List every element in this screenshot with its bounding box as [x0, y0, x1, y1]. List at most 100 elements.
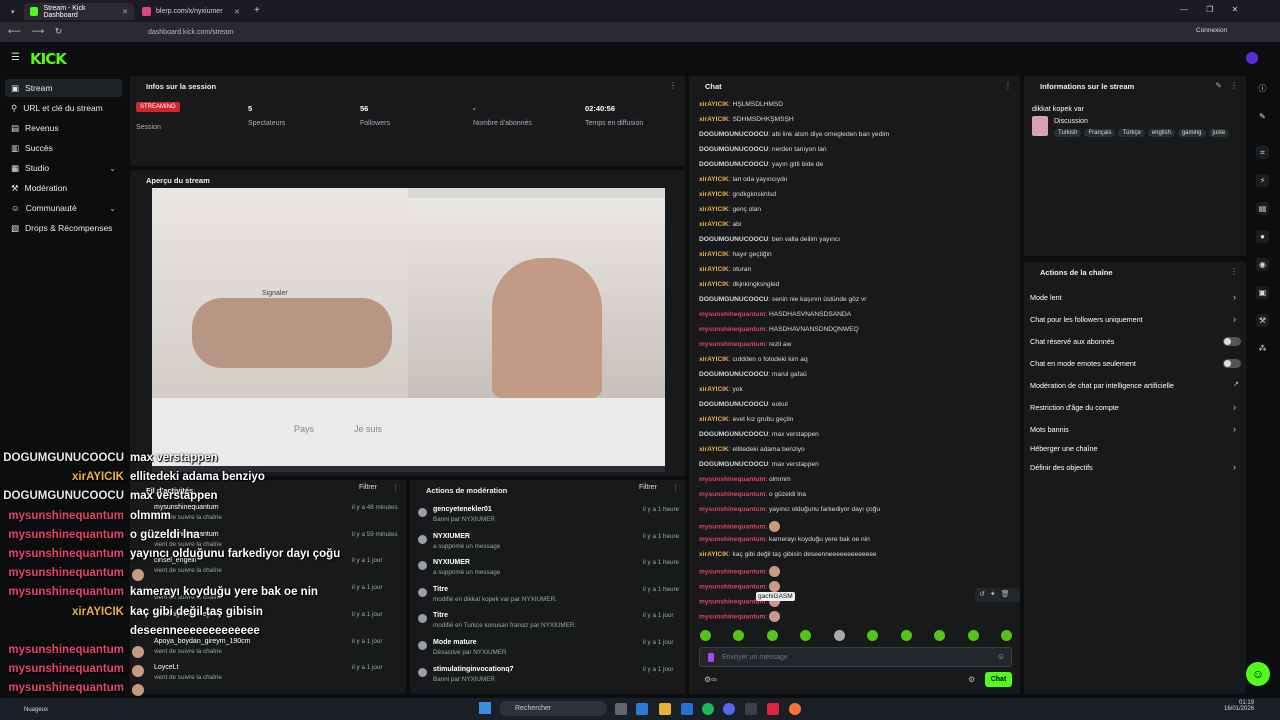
- tag-chip[interactable]: english: [1147, 129, 1175, 137]
- emote-icon[interactable]: [900, 630, 912, 641]
- stream-preview-video[interactable]: Signaler Pays Je suis: [152, 188, 665, 472]
- toggle-switch[interactable]: [1223, 359, 1241, 368]
- wrench-icon[interactable]: ⚒: [1256, 314, 1269, 327]
- firefox-icon[interactable]: [789, 703, 801, 715]
- sidebar-item-revenus[interactable]: ▤ Revenus: [5, 119, 122, 137]
- support-chat-icon[interactable]: ☺: [1246, 662, 1270, 686]
- emote-icon[interactable]: [800, 630, 812, 641]
- chat-username[interactable]: DOGUMGUNUCOOCU: [699, 146, 768, 153]
- filter-button[interactable]: Filtrer: [639, 484, 657, 491]
- chat-username[interactable]: mysunshinequantum: [699, 476, 765, 483]
- tab-blerp[interactable]: blerp.com/x/nyxiumer ✕: [136, 3, 246, 20]
- channel-action-item[interactable]: Restriction d'âge du compte: [1030, 403, 1119, 412]
- emote-icon[interactable]: [833, 630, 845, 641]
- channel-action-item[interactable]: Chat réservé aux abonnés: [1030, 337, 1114, 346]
- taskbar-search[interactable]: Rechercher: [499, 701, 607, 716]
- filter-button[interactable]: Filtrer: [359, 484, 377, 491]
- channel-action-item[interactable]: Chat en mode emotes seulement: [1030, 359, 1136, 368]
- chat-username[interactable]: xirAYICIK: [699, 221, 729, 228]
- scan-icon[interactable]: ⌗: [1256, 146, 1269, 159]
- url-field[interactable]: dashboard.kick.com/stream: [148, 26, 1098, 39]
- chat-username[interactable]: mysunshinequantum: [699, 583, 765, 590]
- tag-chip[interactable]: juste: [1208, 129, 1230, 137]
- emote-icon[interactable]: [766, 630, 778, 641]
- channel-action-item[interactable]: Mots bannis: [1030, 425, 1069, 434]
- emoji-icon[interactable]: ☺: [997, 652, 1005, 661]
- external-link-icon[interactable]: ↗: [1233, 380, 1239, 388]
- tab-kick-dashboard[interactable]: Stream - Kick Dashboard ✕: [24, 3, 134, 20]
- chat-username[interactable]: mysunshinequantum: [699, 506, 765, 513]
- spotify-icon[interactable]: [702, 703, 714, 715]
- close-icon[interactable]: ✕: [234, 8, 240, 16]
- chat-username[interactable]: mysunshinequantum: [699, 568, 765, 575]
- chat-username[interactable]: mysunshinequantum: [699, 326, 765, 333]
- chat-username[interactable]: mysunshinequantum: [699, 311, 765, 318]
- chat-username[interactable]: xirAYICIK: [699, 386, 729, 393]
- tag-chip[interactable]: Français: [1084, 129, 1116, 137]
- emote-icon[interactable]: [700, 630, 711, 641]
- chat-username[interactable]: DOGUMGUNUCOOCU: [699, 161, 768, 168]
- more-icon[interactable]: ⋮: [672, 484, 679, 492]
- sidebar-item-studio[interactable]: ▦ Studio ⌄: [5, 159, 122, 177]
- chevron-right-icon[interactable]: ›: [1233, 292, 1236, 302]
- connexion-button[interactable]: Connexion: [1196, 27, 1227, 34]
- channel-action-item[interactable]: Mode lent: [1030, 293, 1062, 302]
- windows-start-icon[interactable]: [479, 702, 491, 714]
- channel-action-item[interactable]: Définir des objectifs: [1030, 463, 1093, 472]
- chat-username[interactable]: xirAYICIK: [699, 266, 729, 273]
- message-actions[interactable]: ↺✦🗑: [975, 588, 1020, 602]
- channel-action-item[interactable]: Héberger une chaîne: [1030, 444, 1098, 453]
- chat-input[interactable]: [722, 651, 982, 664]
- chat-username[interactable]: DOGUMGUNUCOOCU: [699, 401, 768, 408]
- explorer-icon[interactable]: [659, 703, 671, 715]
- edge-icon[interactable]: [636, 703, 648, 715]
- chat-username[interactable]: xirAYICIK: [699, 206, 729, 213]
- sidebar-item-stream[interactable]: ▣ Stream: [5, 79, 122, 97]
- channel-action-item[interactable]: Modération de chat par intelligence arti…: [1030, 381, 1174, 390]
- chat-username[interactable]: mysunshinequantum: [699, 536, 765, 543]
- window-controls[interactable]: — ❐ ✕: [1180, 5, 1238, 14]
- emote-icon[interactable]: [934, 630, 946, 641]
- discord-icon[interactable]: [723, 703, 735, 715]
- more-icon[interactable]: ⋮: [392, 484, 399, 492]
- chat-username[interactable]: mysunshinequantum: [699, 613, 765, 620]
- chat-username[interactable]: xirAYICIK: [699, 551, 729, 558]
- task-view-icon[interactable]: [615, 703, 627, 715]
- edit-icon[interactable]: ✎: [1256, 110, 1269, 123]
- sidebar-item-url[interactable]: ⚲ URL et clé du stream: [5, 99, 122, 117]
- close-icon[interactable]: ✕: [122, 8, 128, 16]
- chat-username[interactable]: xirAYICIK: [699, 416, 729, 423]
- gear-icon[interactable]: ⚙: [968, 675, 975, 684]
- edit-icon[interactable]: ✎: [1215, 81, 1222, 90]
- chat-username[interactable]: xirAYICIK: [699, 116, 729, 123]
- more-icon[interactable]: ⋮: [669, 81, 677, 90]
- kick-logo[interactable]: KICK: [30, 50, 67, 68]
- tag-chip[interactable]: gaming: [1177, 129, 1206, 137]
- mic-icon[interactable]: [708, 653, 714, 662]
- avatar[interactable]: [1246, 52, 1258, 64]
- sidebar-item-succes[interactable]: ▥ Succès: [5, 139, 122, 157]
- new-tab-icon[interactable]: +: [254, 5, 260, 16]
- broadcast-icon[interactable]: ◉: [1256, 258, 1269, 271]
- toggle-switch[interactable]: [1223, 337, 1241, 346]
- channel-action-item[interactable]: Chat pour les followers uniquement: [1030, 315, 1143, 324]
- tab-list-button[interactable]: ▾: [8, 3, 22, 20]
- emote-icon[interactable]: [867, 630, 879, 641]
- chat-username[interactable]: xirAYICIK: [699, 191, 729, 198]
- document-icon[interactable]: ▤: [1256, 202, 1269, 215]
- tag-chip[interactable]: Turkish: [1054, 129, 1082, 137]
- share-icon[interactable]: ⁂: [1256, 342, 1269, 355]
- emote-bar[interactable]: [700, 630, 1012, 642]
- more-icon[interactable]: ⋮: [1230, 267, 1238, 276]
- obs-icon[interactable]: [767, 703, 779, 715]
- chevron-right-icon[interactable]: ›: [1233, 314, 1236, 324]
- bolt-icon[interactable]: ⚡: [1256, 174, 1269, 187]
- chat-username[interactable]: mysunshinequantum: [699, 341, 765, 348]
- chat-bubble-icon[interactable]: ●: [1256, 230, 1269, 243]
- more-icon[interactable]: ⋮: [1004, 81, 1012, 90]
- emote-icon[interactable]: [1000, 630, 1012, 641]
- store-icon[interactable]: [681, 703, 693, 715]
- chat-username[interactable]: DOGUMGUNUCOOCU: [699, 431, 768, 438]
- nav-buttons[interactable]: ⟵ ⟶ ↻: [8, 26, 62, 37]
- menu-icon[interactable]: ☰: [11, 52, 20, 63]
